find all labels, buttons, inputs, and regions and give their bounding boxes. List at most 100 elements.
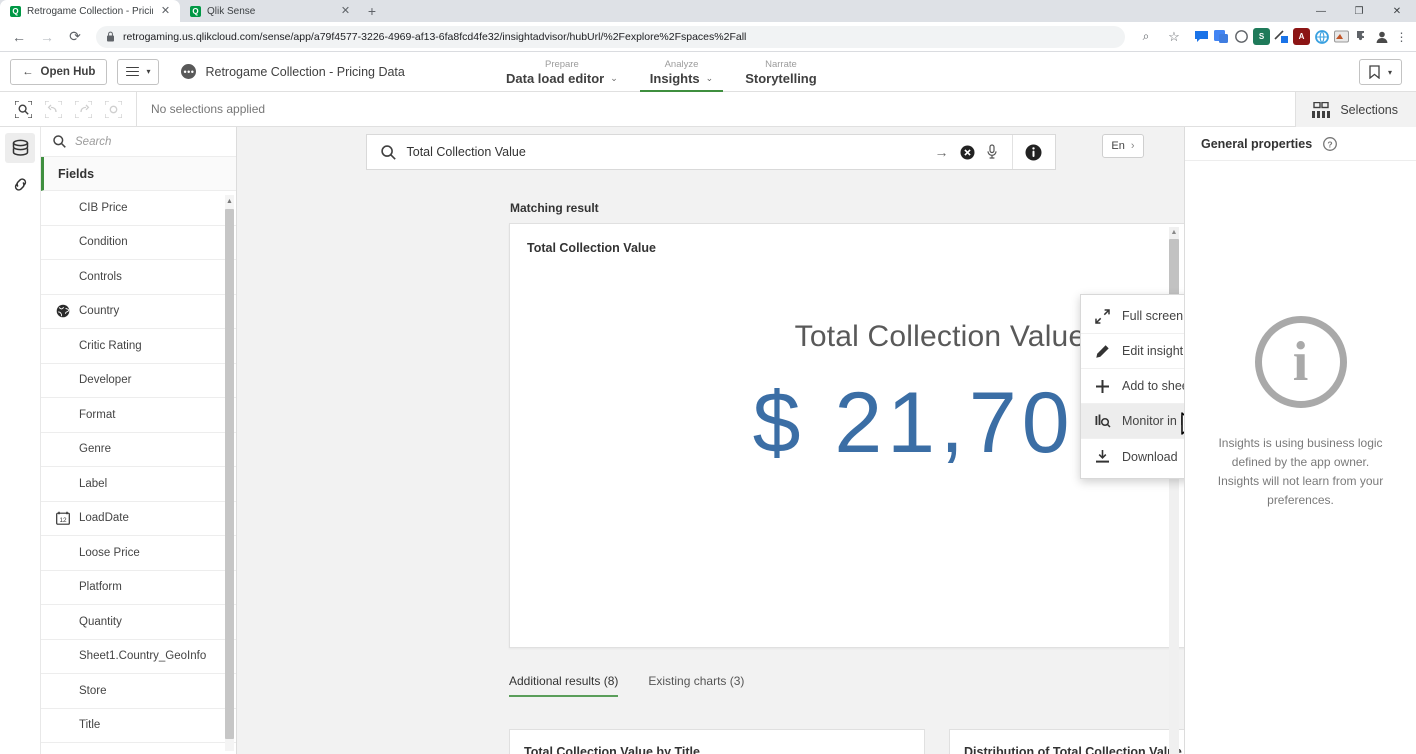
field-label: LoadDate (79, 512, 129, 525)
menu-item-download[interactable]: Download (1081, 439, 1184, 474)
insight-context-menu: Full screen Edit insight properties Add … (1080, 294, 1184, 479)
scroll-up-arrow-icon[interactable]: ▲ (1169, 227, 1179, 238)
panel-title: General properties (1201, 136, 1313, 151)
window-minimize-button[interactable]: — (1302, 0, 1340, 22)
app-menu-button[interactable]: ▾ (117, 58, 160, 85)
window-close-button[interactable]: ✕ (1378, 0, 1416, 22)
menu-item-edit-insight-properties[interactable]: Edit insight properties (1081, 334, 1184, 369)
info-button[interactable] (1013, 144, 1055, 161)
field-label: Label (79, 477, 108, 490)
tab-additional-results[interactable]: Additional results (8) (509, 674, 619, 697)
browser-tab-inactive[interactable]: Q Qlik Sense ✕ (180, 0, 360, 22)
tab-close-icon[interactable]: ✕ (159, 5, 172, 18)
blue-square-extension-icon[interactable]: S (1253, 28, 1270, 45)
menu-item-monitor-in-hub[interactable]: Monitor in hub (1081, 404, 1184, 439)
field-label: Sheet1.Country_GeoInfo (79, 650, 207, 663)
field-label: Country (79, 305, 120, 318)
forward-icon[interactable]: → (34, 24, 60, 50)
tab-favicon: Q (190, 5, 201, 17)
expand-icon (1095, 308, 1122, 324)
field-item[interactable]: Controls (41, 260, 236, 295)
open-hub-button[interactable]: ← Open Hub (10, 58, 108, 85)
pdf-extension-icon[interactable]: A (1293, 28, 1310, 45)
field-item[interactable]: CIB Price (41, 191, 236, 226)
field-item[interactable]: Platform (41, 571, 236, 605)
menu-item-full-screen[interactable]: Full screen (1081, 299, 1184, 334)
menu-item-label: Monitor in hub (1122, 414, 1184, 428)
selections-panel-toggle[interactable]: Selections (1295, 92, 1416, 127)
field-item[interactable]: Genre (41, 433, 236, 467)
app-title: Retrogame Collection - Pricing Data (205, 64, 405, 79)
tab-existing-charts[interactable]: Existing charts (3) (648, 674, 744, 697)
tab-title: Retrogame Collection - Pricing D (27, 5, 153, 17)
assets-scrollbar[interactable]: ▲ (225, 195, 234, 751)
field-item[interactable]: Store (41, 674, 236, 709)
field-item[interactable]: Title (41, 709, 236, 743)
pen-extension-icon[interactable] (1273, 28, 1290, 45)
reload-icon[interactable]: ⟳ (62, 24, 88, 50)
field-item[interactable]: Developer (41, 364, 236, 398)
assets-section-title[interactable]: Fields (41, 157, 236, 191)
capture-extension-icon[interactable] (1333, 28, 1350, 45)
tab-close-icon[interactable]: ✕ (339, 5, 352, 18)
tab-title: Qlik Sense (207, 5, 256, 17)
results-tab-group: Additional results (8) Existing charts (… (509, 674, 744, 697)
address-bar[interactable]: retrogaming.us.qlikcloud.com/sense/app/a… (96, 25, 1125, 48)
selection-clear-icon[interactable] (98, 97, 128, 121)
puzzle-extensions-icon[interactable] (1353, 28, 1370, 45)
translate-extension-icon[interactable] (1213, 28, 1230, 45)
chat-extension-icon[interactable] (1193, 28, 1210, 45)
assets-search-input[interactable]: Search (75, 136, 111, 148)
menu-item-add-to-sheet[interactable]: Add to sheet... ▶ (1081, 369, 1184, 404)
result-card-distribution-by-country[interactable]: Distribution of Total Collection Value f… (949, 729, 1184, 754)
browser-tab-active[interactable]: Q Retrogame Collection - Pricing D ✕ (0, 0, 180, 22)
language-selector[interactable]: En › (1102, 134, 1144, 158)
bookmarks-button[interactable]: ▾ (1358, 59, 1402, 85)
data-model-icon[interactable] (5, 133, 35, 163)
selection-step-back-icon[interactable] (38, 97, 68, 121)
menu-item-label: Full screen (1122, 309, 1184, 323)
nlq-search-box[interactable]: Total Collection Value → (365, 134, 1056, 170)
nlq-tools: → (935, 144, 1008, 160)
selections-label: Selections (1340, 102, 1398, 117)
globe-extension-icon[interactable] (1313, 28, 1330, 45)
field-item[interactable]: Sheet1.Country_GeoInfo (41, 640, 236, 674)
circle-extension-icon[interactable] (1233, 28, 1250, 45)
back-icon[interactable]: ← (6, 24, 32, 50)
assets-search-row[interactable]: Search (41, 127, 236, 157)
associations-link-icon[interactable] (5, 169, 35, 199)
left-icon-rail (0, 127, 41, 754)
field-item[interactable]: Country (41, 295, 236, 329)
tab-insights[interactable]: Analyze Insights ⌄ (634, 52, 729, 92)
selection-search-icon[interactable] (8, 97, 38, 121)
chevron-down-icon: ▾ (1387, 67, 1392, 77)
profile-avatar[interactable] (1373, 28, 1390, 45)
bookmark-star-icon[interactable]: ☆ (1161, 24, 1187, 50)
clear-search-icon[interactable] (960, 145, 975, 160)
scroll-up-arrow-icon[interactable]: ▲ (225, 195, 234, 207)
field-item[interactable]: Loose Price (41, 536, 236, 571)
nlq-search-input[interactable]: Total Collection Value (407, 145, 935, 159)
chrome-menu-icon[interactable]: ⋮ (1393, 28, 1410, 45)
tab-label: Storytelling (745, 71, 817, 86)
new-tab-button[interactable]: + (360, 0, 384, 22)
tab-data-load-editor[interactable]: Prepare Data load editor ⌄ (490, 52, 634, 92)
field-item[interactable]: Condition (41, 226, 236, 260)
scrollbar-thumb[interactable] (225, 209, 234, 739)
chevron-down-icon[interactable]: ⌄ (610, 73, 618, 84)
selection-step-forward-icon[interactable] (68, 97, 98, 121)
field-item[interactable]: Label (41, 467, 236, 502)
microphone-icon[interactable] (986, 144, 998, 160)
help-icon[interactable]: ? (1323, 136, 1338, 151)
field-item[interactable]: Quantity (41, 605, 236, 640)
field-item[interactable]: Critic Rating (41, 329, 236, 364)
mini-card-title: Total Collection Value by Title (524, 745, 700, 754)
submit-arrow-icon[interactable]: → (935, 144, 949, 160)
field-item[interactable]: Format (41, 398, 236, 433)
result-card-collection-value-by-title[interactable]: Total Collection Value by Title (509, 729, 925, 754)
field-item[interactable]: 12 LoadDate (41, 502, 236, 536)
tab-storytelling[interactable]: Narrate Storytelling (729, 52, 833, 92)
window-maximize-button[interactable]: ❐ (1340, 0, 1378, 22)
chevron-down-icon[interactable]: ⌄ (706, 73, 714, 84)
zoom-icon[interactable]: ⌕ (1133, 24, 1159, 50)
